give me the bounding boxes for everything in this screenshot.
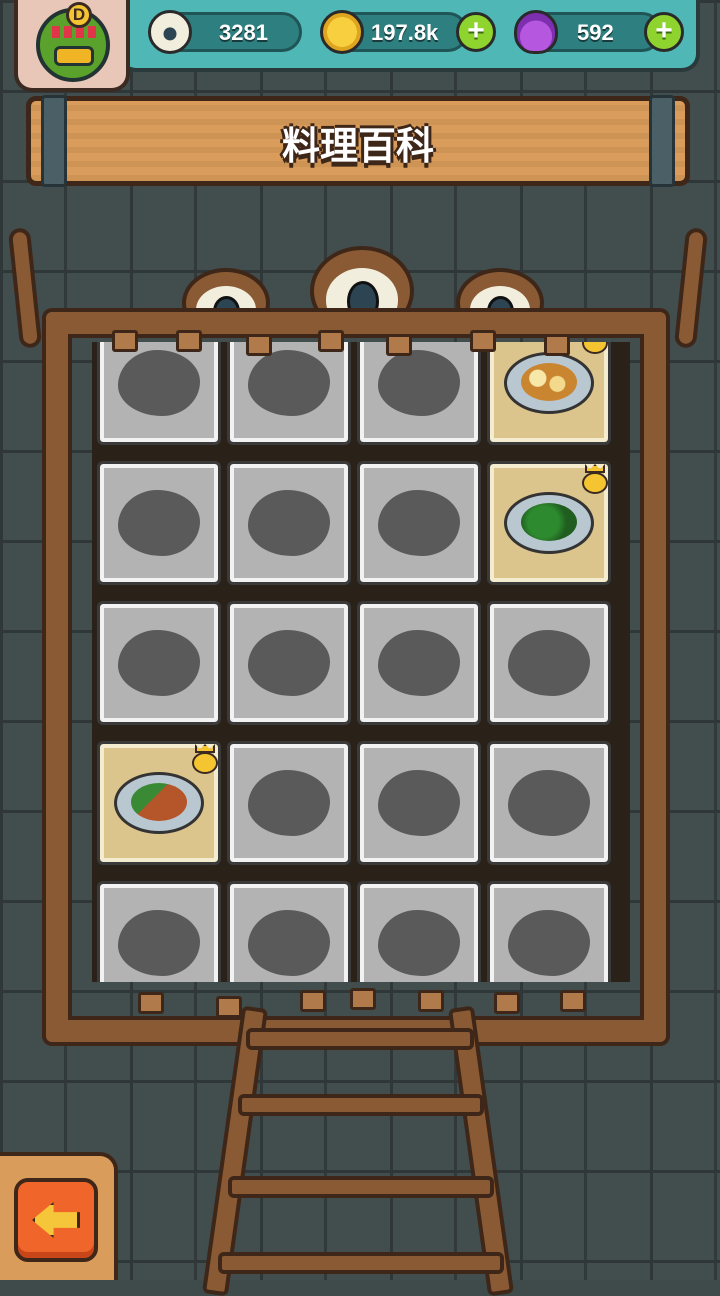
- frame-cap: [560, 990, 586, 1012]
- rank-badge: D: [66, 2, 92, 28]
- add-coins-button[interactable]: +: [456, 12, 496, 52]
- avatar-eyes: [52, 26, 98, 38]
- back-button[interactable]: [14, 1178, 98, 1262]
- eyeball-icon: [148, 10, 192, 54]
- potion-count: 592: [577, 20, 614, 45]
- page-title: 料理百科: [281, 126, 434, 168]
- eyeball-count: 3281: [219, 20, 268, 45]
- wooden-frame: [46, 312, 666, 1042]
- coin-icon: [320, 10, 364, 54]
- frame-cap: [216, 996, 242, 1018]
- frame-cap: [470, 330, 496, 352]
- back-arrow-icon: [32, 1202, 80, 1238]
- frame-cap: [350, 988, 376, 1010]
- title-plank: 料理百科: [26, 95, 690, 187]
- ladder-rung: [218, 1252, 504, 1274]
- ladder-rung: [238, 1094, 484, 1116]
- player-avatar[interactable]: D: [14, 0, 130, 92]
- ladder-rung: [228, 1176, 494, 1198]
- potion-icon: [514, 10, 558, 54]
- frame-cap: [246, 334, 272, 356]
- frame-cap: [112, 330, 138, 352]
- frame-cap: [138, 992, 164, 1014]
- frame-cap: [300, 990, 326, 1012]
- frame-cap: [544, 334, 570, 356]
- back-button-holder: [0, 1152, 118, 1280]
- add-potions-button[interactable]: +: [644, 12, 684, 52]
- frame-cap: [418, 990, 444, 1012]
- frame-cap: [176, 330, 202, 352]
- resource-bar: 3281 197.8k + 592 +: [118, 0, 700, 72]
- ladder-rung: [246, 1028, 474, 1050]
- frame-cap: [494, 992, 520, 1014]
- coin-count: 197.8k: [371, 20, 439, 45]
- frame-cap: [386, 334, 412, 356]
- frame-cap: [318, 330, 344, 352]
- avatar-mouth: [54, 46, 94, 66]
